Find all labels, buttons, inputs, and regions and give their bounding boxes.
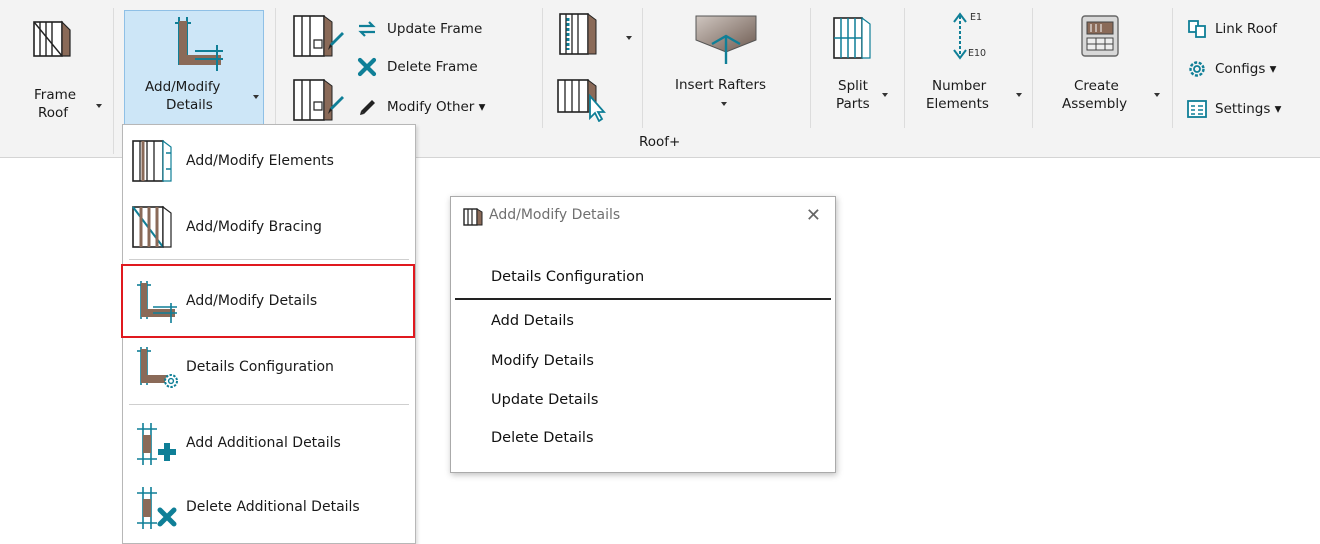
group-label-roof: Roof+: [639, 134, 681, 150]
insert-rafters-button[interactable]: Insert Rafters: [654, 8, 794, 126]
dialog-divider: [455, 298, 831, 300]
menu-item-label: Add/Modify Elements: [186, 153, 334, 169]
chevron-down-icon: [96, 104, 102, 108]
close-icon[interactable]: ✕: [806, 205, 821, 226]
elements-panel-icon: [132, 139, 172, 182]
menu-item-add-additional-details[interactable]: Add Additional Details: [123, 413, 415, 471]
details-corner-icon: [175, 17, 223, 71]
number-elements-label-2: Elements: [926, 96, 989, 112]
settings-grid-icon: [1187, 100, 1207, 118]
menu-item-add-modify-elements[interactable]: Add/Modify Elements: [123, 131, 415, 189]
add-details-plus-icon: [137, 423, 176, 465]
modify-other-button[interactable]: Modify Other ▾: [356, 94, 485, 120]
menu-item-label: Details Configuration: [186, 359, 334, 375]
chevron-down-icon: [721, 102, 727, 106]
number-elements-label-1: Number: [932, 78, 987, 94]
menu-item-label: Add Additional Details: [186, 435, 341, 451]
add-modify-details-label-1: Add/Modify: [145, 79, 221, 95]
number-tag-top: E1: [970, 12, 983, 23]
frame-roof-button[interactable]: Frame Roof: [8, 8, 108, 132]
frame-update-icon[interactable]: [292, 76, 344, 126]
assembly-icon: [1081, 15, 1119, 57]
chevron-down-icon: [1016, 93, 1022, 97]
menu-item-label: Add/Modify Bracing: [186, 219, 322, 235]
settings-button[interactable]: Settings ▾: [1186, 96, 1281, 122]
link-roof-label: Link Roof: [1215, 21, 1277, 37]
menu-item-details-configuration[interactable]: Details Configuration: [123, 337, 415, 395]
create-assembly-button[interactable]: Create Assembly: [1040, 8, 1160, 126]
sync-arrows-icon: [358, 21, 376, 37]
configs-label: Configs ▾: [1215, 61, 1277, 77]
bracing-panel-icon: [132, 205, 172, 248]
menu-item-label: Delete Additional Details: [186, 499, 360, 515]
wall-panel-icon[interactable]: [556, 12, 600, 58]
modify-other-label: Modify Other ▾: [387, 99, 486, 115]
gear-icon: [1189, 61, 1205, 77]
rafters-icon: [695, 15, 757, 64]
chevron-down-icon: [253, 95, 259, 99]
chevron-down-icon: [882, 93, 888, 97]
split-parts-label-2: Parts: [836, 96, 870, 112]
dialog-item-add-details[interactable]: Add Details: [491, 313, 574, 329]
dialog-item-details-configuration[interactable]: Details Configuration: [491, 269, 644, 285]
split-panel-icon: [833, 16, 871, 59]
dialog-item-delete-details[interactable]: Delete Details: [491, 430, 594, 446]
frame-edit-icon[interactable]: [292, 12, 344, 62]
delete-details-x-icon: [137, 487, 177, 529]
add-modify-details-label-2: Details: [166, 97, 213, 113]
split-parts-button[interactable]: Split Parts: [820, 8, 904, 126]
add-modify-details-dialog: Add/Modify Details ✕ Details Configurati…: [450, 196, 836, 473]
numbering-arrow-icon: [953, 12, 967, 60]
delete-frame-label: Delete Frame: [387, 59, 478, 75]
link-icon: [1188, 20, 1206, 38]
create-assembly-label-2: Assembly: [1062, 96, 1128, 112]
update-frame-button[interactable]: Update Frame: [356, 16, 482, 42]
add-modify-details-button[interactable]: Add/Modify Details: [124, 10, 264, 126]
pencil-icon: [360, 100, 375, 115]
split-parts-label-1: Split: [838, 78, 868, 94]
delete-frame-button[interactable]: Delete Frame: [356, 54, 478, 80]
delete-x-icon: [357, 57, 377, 77]
menu-item-add-modify-bracing[interactable]: Add/Modify Bracing: [123, 197, 415, 255]
frame-roof-label-1: Frame: [34, 87, 77, 103]
insert-rafters-label: Insert Rafters: [675, 77, 767, 93]
chevron-down-icon[interactable]: [626, 36, 632, 40]
details-config-icon: [137, 347, 178, 388]
menu-item-delete-additional-details[interactable]: Delete Additional Details: [123, 477, 415, 535]
update-frame-label: Update Frame: [387, 21, 483, 37]
panel-icon: [463, 208, 483, 226]
frame-roof-label-2: Roof: [38, 105, 69, 121]
number-elements-button[interactable]: E1 E10 Number Elements: [916, 8, 1026, 126]
number-tag-bottom: E10: [968, 48, 987, 59]
dialog-item-update-details[interactable]: Update Details: [491, 392, 598, 408]
link-roof-button[interactable]: Link Roof: [1186, 16, 1277, 42]
chevron-down-icon: [1154, 93, 1160, 97]
frame-roof-icon: [33, 20, 71, 57]
create-assembly-label-1: Create: [1074, 78, 1119, 94]
dialog-item-modify-details[interactable]: Modify Details: [491, 353, 594, 369]
settings-label: Settings ▾: [1215, 101, 1282, 117]
dialog-title: Add/Modify Details: [489, 207, 621, 223]
configs-button[interactable]: Configs ▾: [1186, 56, 1276, 82]
select-wall-icon[interactable]: [556, 74, 606, 122]
selection-highlight: [121, 264, 415, 338]
